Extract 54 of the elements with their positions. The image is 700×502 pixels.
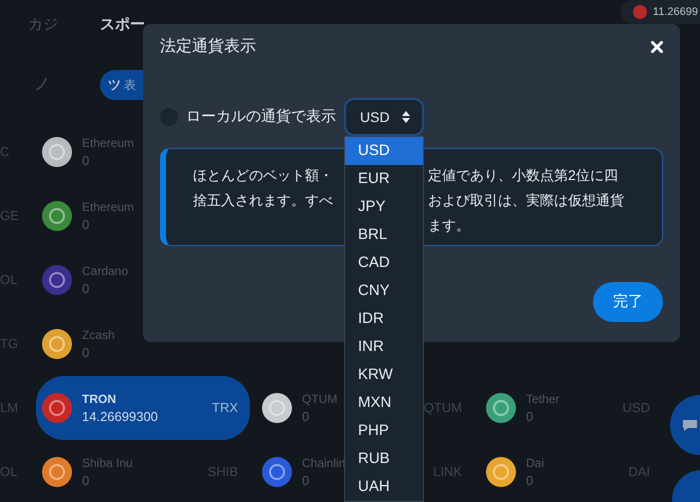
coin-amount: 0 xyxy=(82,216,90,234)
coin-name: Ethereum xyxy=(82,135,134,152)
dropdown-option[interactable]: USD xyxy=(345,137,423,165)
dropdown-option[interactable]: RUB xyxy=(345,445,423,473)
coin-amount: 0 xyxy=(82,344,90,362)
coin-amount: 0 xyxy=(526,408,534,426)
dropdown-option[interactable]: PHP xyxy=(345,417,423,445)
coin-name: Dai xyxy=(526,455,544,472)
coin-name: TRON xyxy=(82,391,116,408)
nav-tab[interactable]: スポー xyxy=(100,14,145,36)
dropdown-option[interactable]: CNY xyxy=(345,277,423,305)
coin-amount: 14.26699300 xyxy=(82,408,158,426)
dropdown-option[interactable]: MXN xyxy=(345,389,423,417)
coin-name: Shiba Inu xyxy=(82,455,133,472)
dropdown-option[interactable]: KRW xyxy=(345,361,423,389)
done-button[interactable]: 完了 xyxy=(593,282,663,322)
currency-select[interactable]: USD xyxy=(344,98,424,136)
pill-icon-text: ツ xyxy=(108,76,121,94)
selected-coin-card[interactable]: TRON 14.26699300 TRX xyxy=(36,376,250,440)
notice-text: ほとんどのベット額・ xyxy=(193,166,333,185)
dialog-title: 法定通貨表示 xyxy=(160,36,256,57)
dropdown-option[interactable]: BRL xyxy=(345,221,423,249)
radio-label: ローカルの通貨で表示 xyxy=(186,106,336,127)
notice-text: 定値であり、小数点第2位に四 xyxy=(428,166,619,185)
coin-amount: 0 xyxy=(526,472,534,490)
pill-text: 表 xyxy=(124,77,136,94)
coin-name: Cardano xyxy=(82,263,128,280)
coin-name: Zcash xyxy=(82,327,115,344)
coin-amount: 0 xyxy=(302,472,310,490)
balance-amount: 11.26699 xyxy=(652,4,698,20)
coin-name: Chainlin xyxy=(302,455,346,472)
dropdown-option[interactable]: UAH xyxy=(345,473,423,501)
close-icon[interactable] xyxy=(651,41,663,53)
notice-text: 捨五入されます。すべ xyxy=(193,191,333,210)
filter-label: ノ xyxy=(34,75,50,95)
sort-icon xyxy=(402,111,410,123)
coin-icon xyxy=(632,5,647,19)
coin-name: QTUM xyxy=(302,391,338,408)
coin-amount: 0 xyxy=(82,152,90,170)
coin-name: Tether xyxy=(526,391,560,408)
coin-amount: 0 xyxy=(82,280,90,298)
dropdown-option[interactable]: EUR xyxy=(345,165,423,193)
coin-amount: 0 xyxy=(82,472,90,490)
dropdown-option[interactable]: IDR xyxy=(345,305,423,333)
coin-symbol: TRX xyxy=(212,399,239,418)
chat-bubble-icon xyxy=(682,417,698,433)
notice-text: ます。 xyxy=(428,216,471,235)
dropdown-option[interactable]: JPY xyxy=(345,193,423,221)
coin-name: Ethereum xyxy=(82,199,134,216)
dropdown-option[interactable]: CAD xyxy=(345,249,423,277)
notice-text: および取引は、実際は仮想通貨 xyxy=(428,191,625,210)
coin-amount: 0 xyxy=(302,408,310,426)
balance-pill[interactable]: 11.26699 xyxy=(620,0,700,24)
dropdown-option[interactable]: INR xyxy=(345,333,423,361)
